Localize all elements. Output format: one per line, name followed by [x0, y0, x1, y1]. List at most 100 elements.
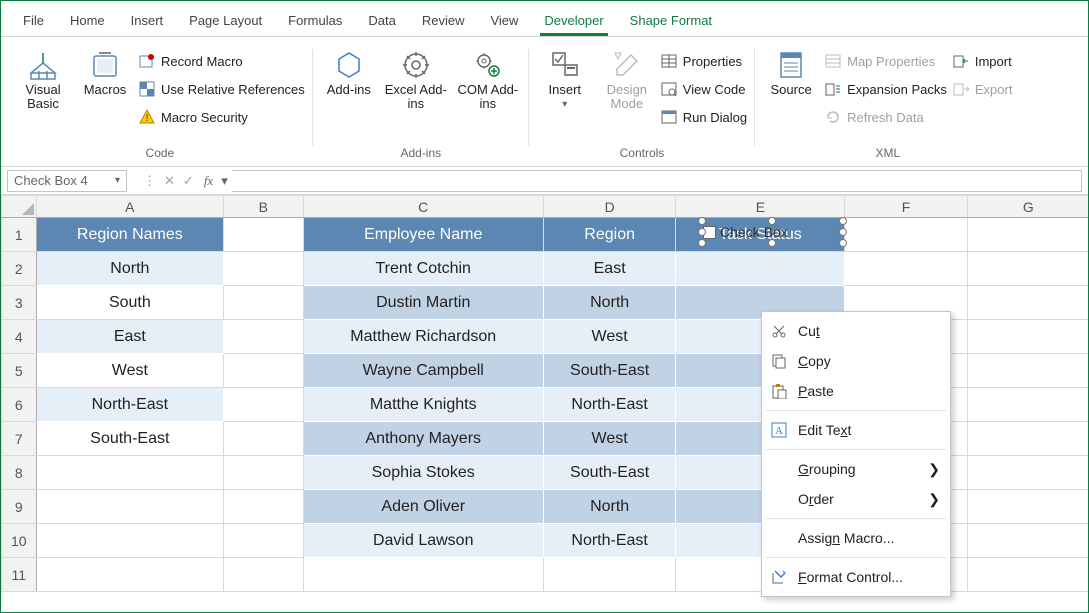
cell-A10[interactable]: [36, 524, 223, 558]
cell-D6[interactable]: North-East: [543, 388, 675, 422]
cell-G9[interactable]: [967, 490, 1088, 524]
tab-data[interactable]: Data: [356, 9, 407, 36]
cell-C7[interactable]: Anthony Mayers: [303, 422, 543, 456]
resize-handle-icon[interactable]: [698, 228, 706, 236]
row-header-11[interactable]: 11: [2, 558, 37, 592]
row-header-6[interactable]: 6: [2, 388, 37, 422]
ctx-edit-text[interactable]: A Edit Text: [762, 415, 950, 445]
tab-review[interactable]: Review: [410, 9, 477, 36]
cell-G5[interactable]: [967, 354, 1088, 388]
ctx-paste[interactable]: Paste: [762, 376, 950, 406]
cell-A11[interactable]: [36, 558, 223, 592]
cell-A1[interactable]: Region Names: [36, 218, 223, 252]
run-dialog-button[interactable]: Run Dialog: [661, 105, 747, 129]
row-header-10[interactable]: 10: [2, 524, 37, 558]
use-relative-refs-button[interactable]: Use Relative References: [139, 77, 305, 101]
tab-page-layout[interactable]: Page Layout: [177, 9, 274, 36]
cell-A8[interactable]: [36, 456, 223, 490]
col-header-e[interactable]: E: [676, 196, 845, 218]
properties-button[interactable]: Properties: [661, 49, 747, 73]
tab-file[interactable]: File: [11, 9, 56, 36]
addins-button[interactable]: Add-ins: [321, 49, 377, 97]
cell-B1[interactable]: [224, 218, 303, 252]
col-header-b[interactable]: B: [224, 196, 303, 218]
cell-C9[interactable]: Aden Oliver: [303, 490, 543, 524]
excel-addins-button[interactable]: Excel Add-ins: [383, 49, 449, 111]
resize-handle-icon[interactable]: [839, 228, 847, 236]
col-header-g[interactable]: G: [967, 196, 1088, 218]
cell-A9[interactable]: [36, 490, 223, 524]
macro-security-button[interactable]: ! Macro Security: [139, 105, 305, 129]
cell-C6[interactable]: Matthe Knights: [303, 388, 543, 422]
source-button[interactable]: Source: [763, 49, 819, 97]
visual-basic-button[interactable]: Visual Basic: [15, 49, 71, 111]
cell-B2[interactable]: [224, 252, 303, 286]
col-header-c[interactable]: C: [303, 196, 543, 218]
row-header-3[interactable]: 3: [2, 286, 37, 320]
cell-G8[interactable]: [967, 456, 1088, 490]
cell-C1[interactable]: Employee Name: [303, 218, 543, 252]
fx-label[interactable]: fx: [198, 173, 219, 189]
cell-D9[interactable]: North: [543, 490, 675, 524]
cell-D11[interactable]: [543, 558, 675, 592]
cell-C5[interactable]: Wayne Campbell: [303, 354, 543, 388]
cell-D10[interactable]: North-East: [543, 524, 675, 558]
cell-B3[interactable]: [224, 286, 303, 320]
cell-G4[interactable]: [967, 320, 1088, 354]
select-all-corner[interactable]: [2, 196, 37, 218]
cell-B11[interactable]: [224, 558, 303, 592]
ctx-copy[interactable]: Copy: [762, 346, 950, 376]
col-header-f[interactable]: F: [845, 196, 967, 218]
cell-A3[interactable]: South: [36, 286, 223, 320]
cell-B8[interactable]: [224, 456, 303, 490]
cell-A4[interactable]: East: [36, 320, 223, 354]
row-header-1[interactable]: 1: [2, 218, 37, 252]
name-box[interactable]: Check Box 4 ▾: [7, 170, 127, 192]
cell-D8[interactable]: South-East: [543, 456, 675, 490]
cell-B5[interactable]: [224, 354, 303, 388]
enter-icon[interactable]: ✓: [179, 173, 198, 189]
chevron-down-icon[interactable]: ▾: [115, 175, 120, 186]
macros-button[interactable]: Macros: [77, 49, 133, 97]
resize-handle-icon[interactable]: [839, 217, 847, 225]
cell-C4[interactable]: Matthew Richardson: [303, 320, 543, 354]
cell-A7[interactable]: South-East: [36, 422, 223, 456]
cell-A6[interactable]: North-East: [36, 388, 223, 422]
cell-D4[interactable]: West: [543, 320, 675, 354]
map-properties-button[interactable]: Map Properties: [825, 49, 947, 73]
cancel-icon[interactable]: ✕: [160, 173, 179, 189]
cell-C2[interactable]: Trent Cotchin: [303, 252, 543, 286]
cell-C8[interactable]: Sophia Stokes: [303, 456, 543, 490]
col-header-a[interactable]: A: [36, 196, 223, 218]
ctx-format-control[interactable]: Format Control...: [762, 562, 950, 592]
com-addins-button[interactable]: COM Add-ins: [455, 49, 521, 111]
cell-G3[interactable]: [967, 286, 1088, 320]
tab-shape-format[interactable]: Shape Format: [618, 9, 724, 36]
row-header-4[interactable]: 4: [2, 320, 37, 354]
refresh-data-button[interactable]: Refresh Data: [825, 105, 947, 129]
cell-D3[interactable]: North: [543, 286, 675, 320]
resize-handle-icon[interactable]: [698, 217, 706, 225]
cell-B7[interactable]: [224, 422, 303, 456]
cell-E2[interactable]: [676, 252, 845, 286]
formula-input[interactable]: [232, 170, 1082, 192]
cell-G2[interactable]: [967, 252, 1088, 286]
export-button[interactable]: Export: [953, 77, 1013, 101]
row-header-7[interactable]: 7: [2, 422, 37, 456]
ctx-assign-macro[interactable]: Assign Macro...: [762, 523, 950, 553]
cell-C10[interactable]: David Lawson: [303, 524, 543, 558]
view-code-button[interactable]: View Code: [661, 77, 747, 101]
cell-F2[interactable]: [845, 252, 967, 286]
cell-A5[interactable]: West: [36, 354, 223, 388]
cell-D7[interactable]: West: [543, 422, 675, 456]
cell-D1[interactable]: Region: [543, 218, 675, 252]
cell-D2[interactable]: East: [543, 252, 675, 286]
ctx-order[interactable]: Order ❯: [762, 484, 950, 514]
cell-G11[interactable]: [967, 558, 1088, 592]
checkbox-form-control[interactable]: Check Box: [703, 222, 843, 242]
tab-insert[interactable]: Insert: [119, 9, 176, 36]
tab-home[interactable]: Home: [58, 9, 117, 36]
import-button[interactable]: Import: [953, 49, 1013, 73]
resize-handle-icon[interactable]: [768, 217, 776, 225]
tab-developer[interactable]: Developer: [532, 9, 615, 36]
